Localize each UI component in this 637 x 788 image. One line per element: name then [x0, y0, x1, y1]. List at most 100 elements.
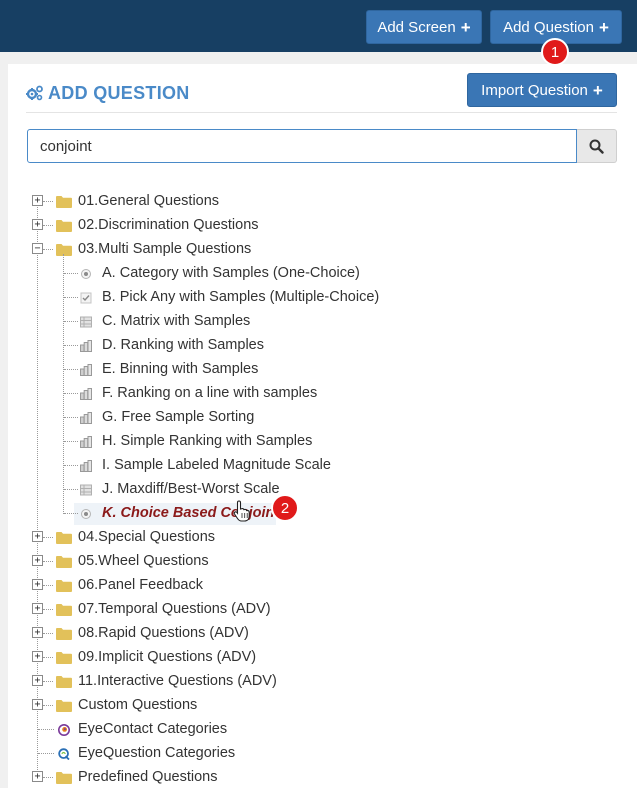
tree-folder-after-4[interactable]: 08.Rapid Questions (ADV)	[78, 622, 249, 644]
matrix-icon	[80, 315, 92, 328]
tree-category-item[interactable]: EyeContact Categories	[78, 718, 227, 740]
import-question-label: Import Question	[481, 81, 588, 99]
expand-toggle-icon[interactable]: +	[32, 195, 43, 206]
folder-icon	[56, 771, 72, 784]
expand-toggle-icon[interactable]: +	[32, 219, 43, 230]
tree-connector	[64, 489, 78, 490]
search-input[interactable]	[27, 129, 577, 163]
tree-category-item[interactable]: EyeQuestion Categories	[78, 742, 235, 764]
folder-icon	[56, 579, 72, 592]
tree-connector	[43, 537, 53, 538]
tree-folder-before-1[interactable]: 02.Discrimination Questions	[78, 214, 259, 236]
tree-folder-after-6[interactable]: 11.Interactive Questions (ADV)	[78, 670, 277, 692]
expand-toggle-icon[interactable]: +	[32, 651, 43, 662]
folder-icon	[56, 195, 72, 208]
tree-connector	[43, 585, 53, 586]
tree-connector	[64, 441, 78, 442]
tree-connector	[64, 297, 78, 298]
tree-question-item[interactable]: K. Choice Based Conjoint	[102, 502, 279, 524]
expand-toggle-icon[interactable]: +	[32, 771, 43, 782]
radio-icon	[80, 267, 92, 279]
folder-icon	[56, 627, 72, 640]
tree-connector	[43, 705, 53, 706]
tree-connector	[43, 609, 53, 610]
tree-connector	[43, 249, 53, 250]
tree-connector	[64, 369, 78, 370]
plus-icon: +	[598, 17, 609, 37]
folder-icon	[56, 675, 72, 688]
search-icon	[589, 139, 604, 154]
tree-question-item[interactable]: F. Ranking on a line with samples	[102, 382, 317, 404]
folder-icon	[56, 699, 72, 712]
expand-toggle-icon[interactable]: +	[32, 531, 43, 542]
search-button[interactable]	[577, 129, 617, 163]
tree-connector	[43, 225, 53, 226]
tree-question-item[interactable]: G. Free Sample Sorting	[102, 406, 254, 428]
tree-question-item[interactable]: C. Matrix with Samples	[102, 310, 250, 332]
tree-connector	[63, 254, 64, 514]
import-question-button[interactable]: Import Question +	[467, 73, 617, 107]
top-bar: Add Screen + Add Question +	[0, 0, 637, 52]
expand-toggle-icon[interactable]: +	[32, 699, 43, 710]
add-screen-button[interactable]: Add Screen +	[366, 10, 482, 44]
tree-connector	[43, 201, 53, 202]
tree-connector	[43, 681, 53, 682]
step-marker-1: 1	[541, 38, 569, 66]
expand-toggle-icon[interactable]: +	[32, 603, 43, 614]
tree-connector	[38, 753, 54, 754]
add-screen-label: Add Screen	[377, 18, 456, 36]
tree-connector	[38, 729, 54, 730]
cogs-icon	[26, 85, 43, 101]
tree-folder-after-3[interactable]: 07.Temporal Questions (ADV)	[78, 598, 271, 620]
ranking-icon	[80, 339, 92, 352]
expand-toggle-icon[interactable]: +	[32, 579, 43, 590]
expand-toggle-icon[interactable]: +	[32, 627, 43, 638]
tree-folder-after-5[interactable]: 09.Implicit Questions (ADV)	[78, 646, 256, 668]
plus-icon: +	[592, 80, 603, 100]
tree-connector	[43, 633, 53, 634]
tree-question-item[interactable]: H. Simple Ranking with Samples	[102, 430, 312, 452]
tree-folder-after-0[interactable]: 04.Special Questions	[78, 526, 215, 548]
tree-question-item[interactable]: B. Pick Any with Samples (Multiple-Choic…	[102, 286, 379, 308]
ranking-icon	[80, 459, 92, 472]
matrix-icon	[80, 483, 92, 496]
eyequestion-logo-icon	[58, 747, 70, 761]
tree-connector	[64, 465, 78, 466]
folder-icon	[56, 603, 72, 616]
tree-folder-last[interactable]: Predefined Questions	[78, 766, 217, 788]
radio-icon	[80, 507, 92, 519]
tree-connector	[64, 513, 78, 514]
search-bar	[27, 129, 617, 163]
hand-cursor-icon	[233, 500, 250, 522]
tree-question-item[interactable]: D. Ranking with Samples	[102, 334, 264, 356]
expand-toggle-icon[interactable]: −	[32, 243, 43, 254]
tree-question-item[interactable]: I. Sample Labeled Magnitude Scale	[102, 454, 331, 476]
folder-icon	[56, 651, 72, 664]
tree-connector	[37, 196, 38, 774]
tree-connector	[64, 321, 78, 322]
tree-question-item[interactable]: E. Binning with Samples	[102, 358, 258, 380]
folder-icon	[56, 531, 72, 544]
step-marker-2: 2	[271, 494, 299, 522]
tree-connector	[64, 393, 78, 394]
tree-folder-before-2[interactable]: 03.Multi Sample Questions	[78, 238, 251, 260]
tree-connector	[64, 273, 78, 274]
tree-connector	[43, 657, 53, 658]
tree-folder-after-1[interactable]: 05.Wheel Questions	[78, 550, 209, 572]
tree-folder-before-0[interactable]: 01.General Questions	[78, 190, 219, 212]
expand-toggle-icon[interactable]: +	[32, 555, 43, 566]
plus-icon: +	[460, 17, 471, 37]
eyecontact-logo-icon	[58, 723, 70, 736]
tree-connector	[43, 561, 53, 562]
ranking-icon	[80, 387, 92, 400]
tree-folder-after-2[interactable]: 06.Panel Feedback	[78, 574, 203, 596]
ranking-icon	[80, 435, 92, 448]
checkbox-icon	[80, 291, 92, 304]
expand-toggle-icon[interactable]: +	[32, 675, 43, 686]
tree-connector	[64, 417, 78, 418]
tree-question-item[interactable]: J. Maxdiff/Best-Worst Scale	[102, 478, 280, 500]
add-question-label: Add Question	[503, 18, 594, 36]
tree-question-item[interactable]: A. Category with Samples (One-Choice)	[102, 262, 360, 284]
tree-folder-after-7[interactable]: Custom Questions	[78, 694, 197, 716]
panel-title: ADD QUESTION	[26, 82, 190, 104]
